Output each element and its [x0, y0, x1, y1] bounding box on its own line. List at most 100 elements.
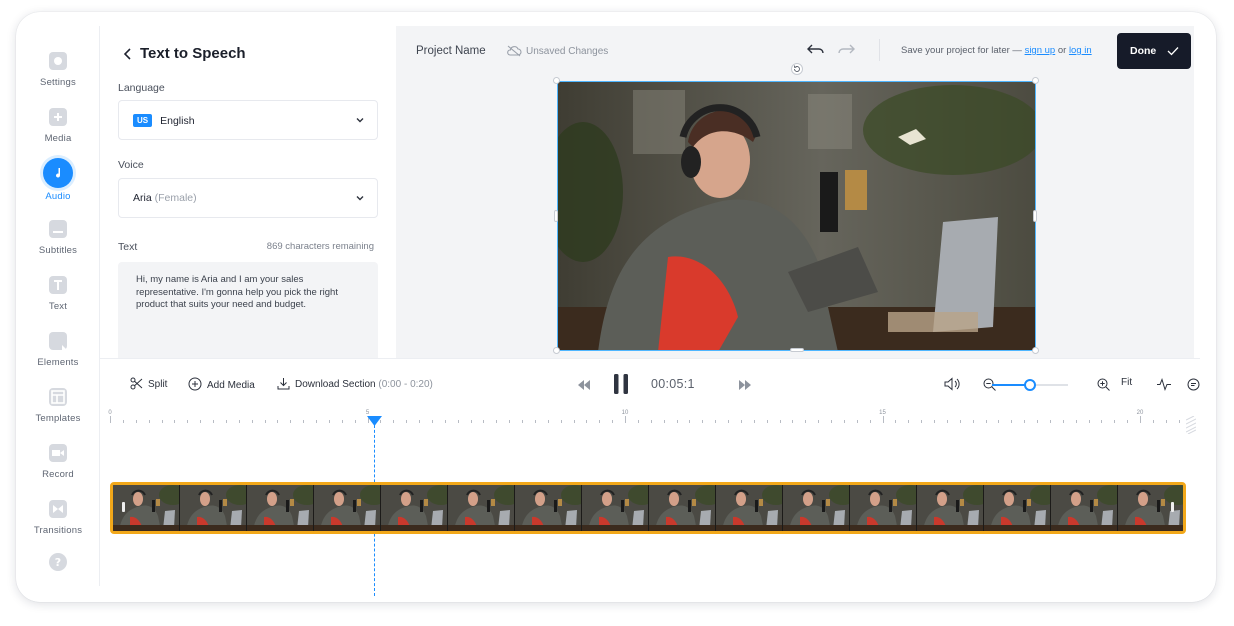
templates-icon	[49, 388, 67, 406]
split-button[interactable]: Split	[130, 377, 167, 390]
clip-thumbnail	[984, 485, 1051, 531]
rail-item-audio[interactable]: Audio	[16, 158, 100, 216]
fast-forward-icon[interactable]	[739, 380, 751, 390]
cloud-off-icon	[507, 45, 522, 57]
undo-icon[interactable]	[806, 42, 826, 58]
rail-label-subtitles: Subtitles	[38, 245, 78, 256]
resize-handle-left[interactable]	[554, 210, 558, 222]
rail-label-elements: Elements	[37, 357, 79, 368]
ruler-tick	[599, 420, 601, 423]
waveform-icon[interactable]	[1157, 378, 1171, 391]
ruler-tick	[625, 416, 626, 423]
time-ruler[interactable]: 0 5 10 15 20	[108, 410, 1185, 426]
pause-icon[interactable]	[613, 373, 629, 395]
ruler-tick	[522, 420, 523, 423]
voice-label: Voice	[118, 159, 144, 171]
timeline-scroll-hatch	[1186, 416, 1196, 434]
rail-item-media[interactable]: Media	[16, 108, 100, 160]
rotate-icon[interactable]	[791, 63, 803, 75]
fit-button[interactable]: Fit	[1121, 377, 1132, 388]
ruler-tick	[650, 420, 652, 423]
log-in-link[interactable]: log in	[1069, 45, 1092, 56]
ruler-tick	[946, 420, 948, 423]
gear-icon	[49, 52, 67, 70]
clip-thumbnail	[247, 485, 314, 531]
clip-thumbnail	[582, 485, 649, 531]
video-frame-image	[558, 82, 1035, 350]
ruler-tick	[573, 420, 575, 423]
playhead-marker[interactable]	[367, 416, 382, 426]
clip-thumbnail	[1051, 485, 1118, 531]
rewind-icon[interactable]	[578, 380, 590, 390]
clip-trim-handle-right[interactable]	[1171, 502, 1174, 512]
subtitle-toggle-icon[interactable]	[1187, 378, 1200, 391]
resize-handle-bl[interactable]	[553, 347, 560, 354]
speech-text-input[interactable]: Hi, my name is Aria and I am your sales …	[118, 262, 378, 358]
chevron-down-icon	[356, 196, 364, 201]
resize-handle-tl[interactable]	[553, 77, 560, 84]
zoom-in-icon[interactable]	[1097, 378, 1110, 391]
ruler-tick	[1165, 420, 1167, 423]
clip-trim-handle-left[interactable]	[122, 502, 125, 512]
download-section-button[interactable]: Download Section (0:00 - 0:20)	[277, 377, 433, 390]
ruler-tick	[213, 420, 214, 423]
ruler-tick	[122, 420, 124, 423]
rail-item-settings[interactable]: Settings	[16, 52, 100, 104]
ruler-tick	[998, 420, 1000, 423]
video-clip-strip[interactable]	[110, 482, 1186, 534]
clip-thumbnail	[716, 485, 783, 531]
rail-item-subtitles[interactable]: Subtitles	[16, 220, 100, 272]
ruler-tick	[663, 420, 665, 423]
ruler-tick	[444, 420, 446, 423]
ruler-tick	[702, 420, 704, 423]
resize-handle-bottom[interactable]	[790, 348, 804, 352]
ruler-tick	[547, 420, 549, 423]
us-flag-badge: US	[133, 114, 153, 127]
ruler-tick	[110, 416, 111, 423]
clip-thumbnail	[314, 485, 381, 531]
add-media-button[interactable]: Add Media	[188, 377, 255, 391]
ruler-tick	[496, 420, 498, 423]
zoom-slider-knob[interactable]	[1024, 379, 1036, 391]
clip-thumbnail	[850, 485, 917, 531]
zoom-slider[interactable]	[992, 379, 1068, 391]
back-arrow-icon[interactable]	[120, 46, 136, 62]
rail-item-record[interactable]: Record	[16, 444, 100, 496]
resize-handle-right[interactable]	[1033, 210, 1037, 222]
preview-stage: Project Name Unsaved Changes Save your p…	[396, 26, 1194, 358]
rail-item-transitions[interactable]: Transitions	[16, 500, 100, 552]
ruler-tick	[534, 420, 536, 423]
ruler-label: 15	[879, 410, 886, 416]
sign-up-link[interactable]: sign up	[1025, 45, 1056, 56]
resize-handle-br[interactable]	[1032, 347, 1039, 354]
video-preview[interactable]	[557, 81, 1036, 351]
ruler-tick	[560, 420, 562, 423]
ruler-tick	[290, 420, 292, 423]
ruler-tick	[1178, 420, 1180, 423]
timeline[interactable]: 0 5 10 15 20	[100, 410, 1200, 602]
clip-thumbnail	[515, 485, 582, 531]
language-select[interactable]: US English	[118, 100, 378, 140]
ruler-tick	[1088, 420, 1090, 423]
ruler-tick	[303, 420, 305, 423]
help-button[interactable]: ?	[16, 553, 100, 602]
unsaved-status: Unsaved Changes	[506, 45, 608, 57]
elements-icon	[49, 332, 67, 350]
done-button[interactable]: Done	[1117, 33, 1191, 69]
voice-select[interactable]: Aria (Female)	[118, 178, 378, 218]
language-label: Language	[118, 82, 165, 94]
rail-item-text[interactable]: Text	[16, 276, 100, 328]
ruler-tick	[985, 420, 987, 423]
redo-icon[interactable]	[836, 42, 856, 58]
timeline-toolbar: Split Add Media Download Section (0:00 -…	[100, 358, 1200, 412]
ruler-tick	[328, 420, 330, 423]
clip-thumbnail	[917, 485, 984, 531]
ruler-tick	[689, 420, 691, 423]
chars-remaining: 869 characters remaining	[266, 241, 374, 252]
rail-item-templates[interactable]: Templates	[16, 388, 100, 440]
volume-icon[interactable]	[944, 377, 961, 391]
ruler-tick	[843, 420, 845, 423]
rail-item-elements[interactable]: Elements	[16, 332, 100, 384]
resize-handle-tr[interactable]	[1032, 77, 1039, 84]
project-name[interactable]: Project Name	[416, 45, 486, 57]
